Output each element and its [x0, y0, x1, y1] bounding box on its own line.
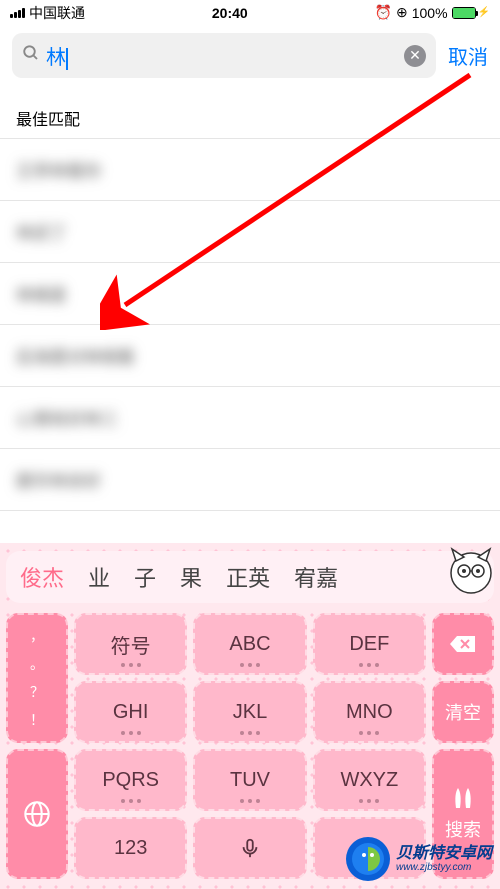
- search-bar: 林 ✕ 取消: [0, 25, 500, 86]
- search-query-text: 林: [40, 41, 404, 70]
- result-item[interactable]: 王亭林看你: [0, 139, 500, 201]
- globe-key[interactable]: [6, 749, 68, 879]
- key-mno[interactable]: MNO: [313, 681, 426, 743]
- globe-icon: [23, 800, 51, 828]
- orientation-lock-icon: ⊕: [396, 4, 408, 21]
- punctuation-key[interactable]: ， 。 ？ ！: [6, 613, 68, 743]
- key-wxyz[interactable]: WXYZ: [313, 749, 426, 811]
- key-tuv[interactable]: TUV: [193, 749, 306, 811]
- key-def[interactable]: DEF: [313, 613, 426, 675]
- battery-icon: [452, 7, 476, 19]
- key-abc[interactable]: ABC: [193, 613, 306, 675]
- mic-icon: [239, 837, 261, 859]
- result-item[interactable]: 跟华林余好: [0, 449, 500, 511]
- bunny-ears-icon: [450, 786, 476, 810]
- search-icon: [22, 44, 40, 67]
- watermark-en: www.zjbstyy.com: [396, 862, 492, 873]
- key-symbols[interactable]: 符号: [74, 613, 187, 675]
- backspace-icon: [449, 634, 477, 654]
- candidate[interactable]: 子: [134, 561, 156, 593]
- section-header: 最佳匹配: [0, 86, 500, 139]
- result-item[interactable]: 心情有好林三: [0, 387, 500, 449]
- clear-search-button[interactable]: ✕: [404, 45, 426, 67]
- search-input[interactable]: 林 ✕: [12, 33, 436, 78]
- cat-mascot-icon: [444, 543, 498, 597]
- status-time: 20:40: [85, 5, 375, 21]
- key-pqrs[interactable]: PQRS: [74, 749, 187, 811]
- candidate-bar: 俊杰 业 子 果 正英 宥嘉: [6, 551, 494, 603]
- alarm-icon: ⏰: [375, 4, 392, 21]
- watermark-logo-icon: [344, 835, 392, 883]
- result-item[interactable]: 林维星: [0, 263, 500, 325]
- cancel-button[interactable]: 取消: [448, 41, 488, 70]
- key-123[interactable]: 123: [74, 817, 187, 879]
- backspace-key[interactable]: [432, 613, 494, 675]
- charging-icon: ⚡: [478, 7, 490, 18]
- status-left: 中国联通: [10, 3, 85, 23]
- candidate[interactable]: 俊杰: [20, 561, 64, 593]
- candidate[interactable]: 宥嘉: [294, 561, 338, 593]
- result-item[interactable]: 林武丁: [0, 201, 500, 263]
- watermark-cn: 贝斯特安卓网: [396, 845, 492, 863]
- signal-icon: [10, 8, 25, 18]
- battery-pct: 100%: [412, 5, 448, 21]
- result-item[interactable]: 后海里对林相看: [0, 325, 500, 387]
- carrier-label: 中国联通: [29, 3, 85, 23]
- candidate[interactable]: 业: [88, 561, 110, 593]
- key-jkl[interactable]: JKL: [193, 681, 306, 743]
- key-mic[interactable]: [193, 817, 306, 879]
- watermark: 贝斯特安卓网 www.zjbstyy.com: [344, 835, 492, 883]
- candidate[interactable]: 正英: [226, 561, 270, 593]
- result-list: 王亭林看你 林武丁 林维星 后海里对林相看 心情有好林三 跟华林余好: [0, 139, 500, 511]
- clear-key[interactable]: 清空: [432, 681, 494, 743]
- status-right: ⏰ ⊕ 100% ⚡: [375, 4, 490, 21]
- status-bar: 中国联通 20:40 ⏰ ⊕ 100% ⚡: [0, 0, 500, 25]
- candidate[interactable]: 果: [180, 561, 202, 593]
- key-ghi[interactable]: GHI: [74, 681, 187, 743]
